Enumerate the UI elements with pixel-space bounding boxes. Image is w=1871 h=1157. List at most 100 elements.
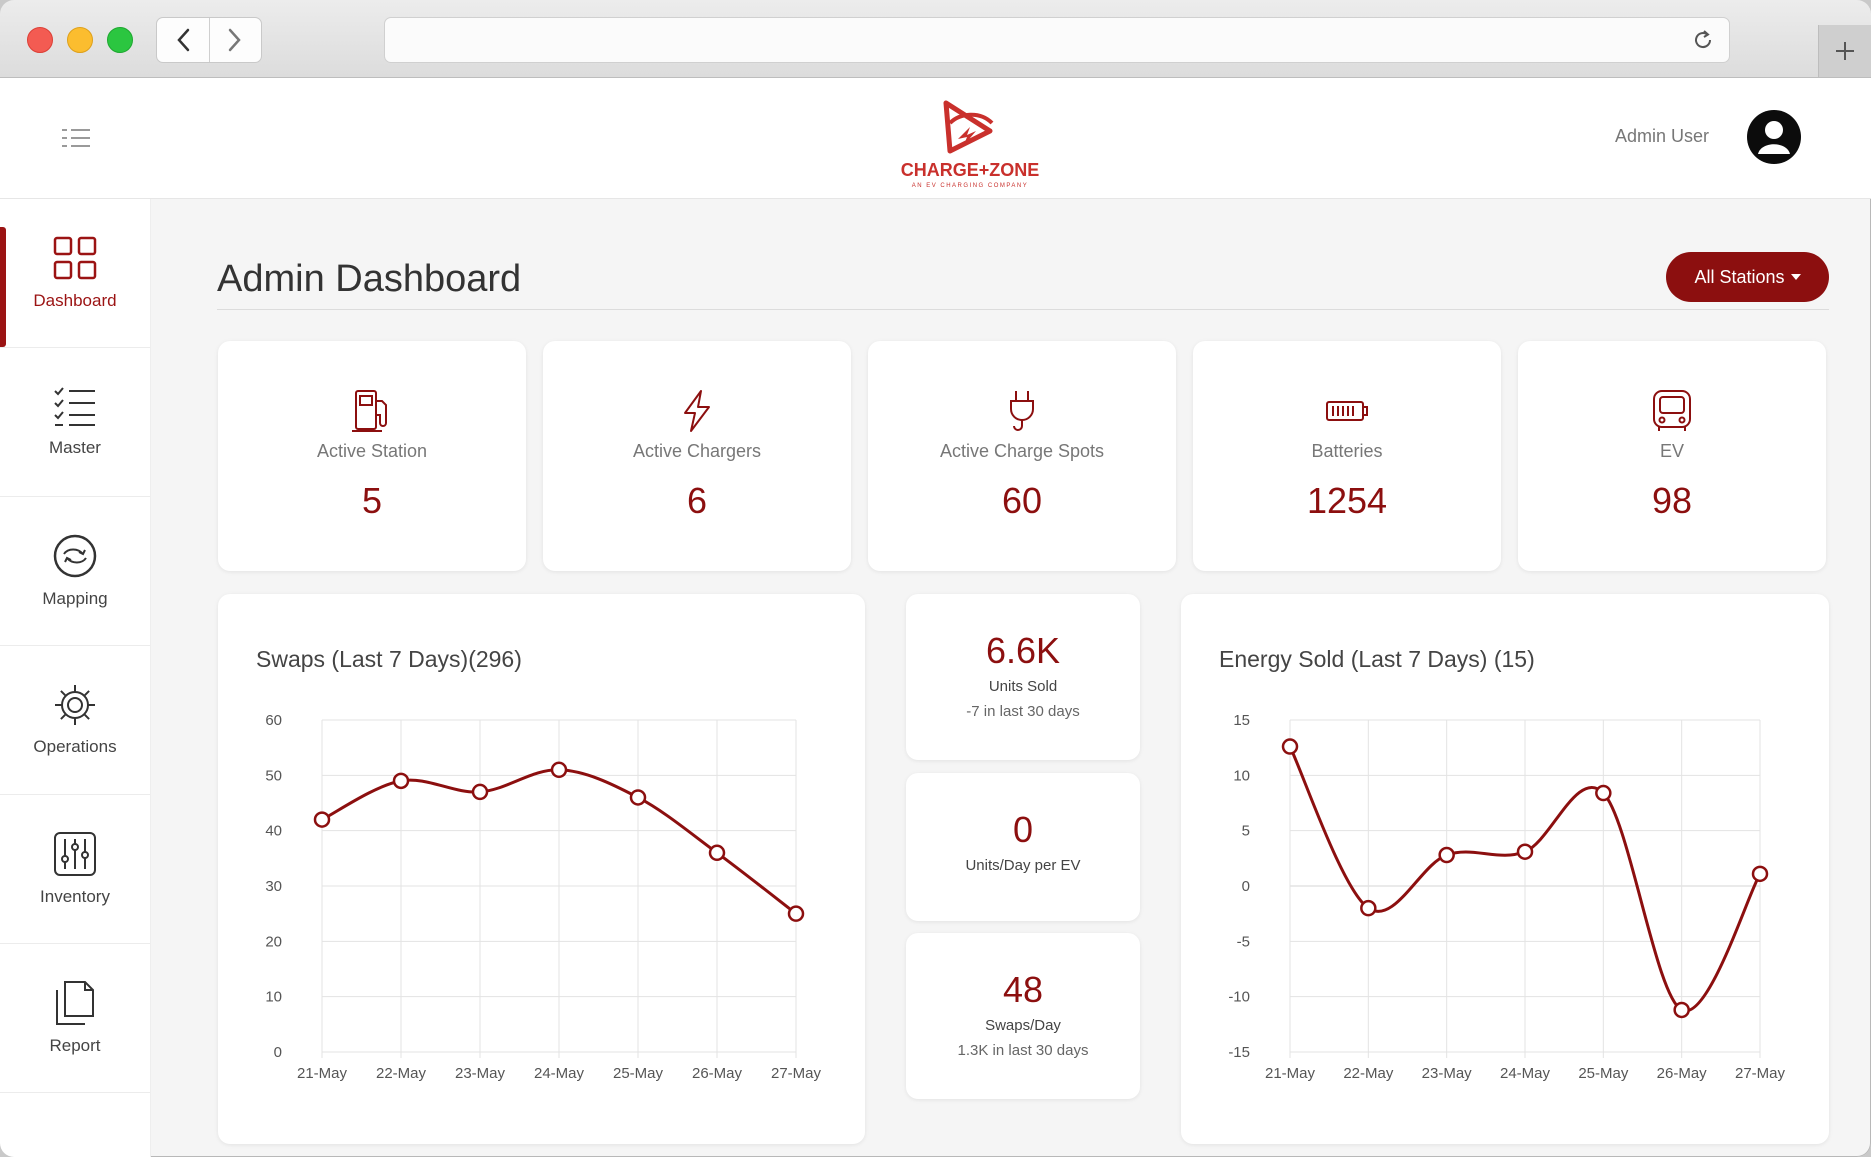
x-tick-label: 24-May	[1500, 1065, 1551, 1082]
station-filter-dropdown[interactable]: All Stations	[1666, 252, 1829, 302]
x-tick-label: 22-May	[376, 1065, 427, 1082]
stat-label: Active Charge Spots	[939, 441, 1105, 461]
caret-down-icon	[1790, 274, 1801, 280]
data-point	[1438, 846, 1455, 864]
mini-label: Units Sold	[988, 678, 1058, 695]
y-tick-label: 60	[265, 712, 282, 729]
data-point	[1516, 843, 1534, 860]
data-point	[629, 789, 647, 806]
x-tick-label: 21-May	[1265, 1065, 1316, 1082]
stat-card-ev[interactable]: EV 98	[1518, 341, 1826, 571]
y-tick-label: 5	[1242, 823, 1250, 840]
checklist-icon	[54, 387, 95, 426]
lightning-icon	[684, 390, 710, 432]
stat-card-active-station[interactable]: Active Station 5	[218, 341, 526, 571]
y-tick-label: 15	[1233, 712, 1250, 729]
chargezone-logo[interactable]: CHARGE+ZONE AN EV CHARGING COMPANY	[890, 93, 1050, 193]
data-point	[550, 761, 568, 779]
document-icon	[56, 981, 94, 1025]
menu-list-icon	[62, 129, 90, 147]
forward-button[interactable]	[209, 18, 261, 62]
zoom-window-button[interactable]	[107, 27, 133, 53]
units-per-ev-card[interactable]: 0 Units/Day per EV	[906, 773, 1140, 921]
y-tick-label: -5	[1237, 933, 1250, 950]
y-tick-label: 30	[265, 878, 282, 895]
stat-value: 60	[1001, 480, 1043, 521]
stat-value: 6	[686, 480, 708, 521]
x-tick-label: 23-May	[455, 1065, 506, 1082]
stat-label: Active Station	[316, 441, 428, 461]
sidebar-item-operations[interactable]: Operations	[0, 646, 150, 795]
minimize-window-button[interactable]	[67, 27, 93, 53]
data-point	[1751, 865, 1769, 883]
stat-value: 5	[361, 480, 383, 521]
sidebar: Dashboard Master Mapping Operations Inve…	[0, 199, 151, 1157]
mini-value: 48	[1002, 969, 1044, 1010]
data-point	[787, 905, 805, 922]
swaps-chart-card: Swaps (Last 7 Days)(296) 0 10 20 30 40 50 60 21…	[218, 594, 865, 1144]
nav-buttons	[156, 17, 262, 63]
reload-icon[interactable]	[1691, 28, 1715, 52]
y-tick-label: 40	[265, 823, 282, 840]
data-point	[708, 844, 726, 862]
energy-line-chart: 15 10 5 0 -5 -10 -15 21-May 22-May 23-May 24-May 25…	[1228, 712, 1786, 1082]
mini-label: Units/Day per EV	[965, 857, 1081, 874]
data-point	[1595, 784, 1612, 802]
plus-icon	[1836, 42, 1854, 60]
user-name: Admin User	[1614, 126, 1709, 146]
swaps-per-day-card[interactable]: 48 Swaps/Day 1.3K in last 30 days	[906, 933, 1140, 1099]
plug-icon	[1010, 391, 1034, 431]
sidebar-item-label: Dashboard	[33, 291, 117, 310]
sidebar-item-dashboard[interactable]: Dashboard	[0, 199, 150, 348]
x-tick-label: 25-May	[613, 1065, 664, 1082]
sidebar-item-mapping[interactable]: Mapping	[0, 497, 150, 646]
sidebar-item-report[interactable]: Report	[0, 944, 150, 1093]
x-tick-label: 27-May	[771, 1065, 822, 1082]
x-tick-label: 22-May	[1343, 1065, 1394, 1082]
sidebar-item-label: Mapping	[42, 589, 108, 608]
energy-chart-card: Energy Sold (Last 7 Days) (15) 15 10 5 0 -5-…	[1181, 594, 1829, 1144]
units-sold-card[interactable]: 6.6K Units Sold -7 in last 30 days	[906, 594, 1140, 760]
swap-icon	[53, 534, 97, 578]
new-tab-button[interactable]	[1818, 25, 1871, 77]
stat-card-active-chargers[interactable]: Active Chargers 6	[543, 341, 851, 571]
y-tick-label: 10	[265, 989, 282, 1006]
user-avatar[interactable]	[1747, 110, 1801, 164]
mini-sub: 1.3K in last 30 days	[957, 1042, 1089, 1059]
swaps-line-chart: 0 10 20 30 40 50 60 21-May 22-May 23-May 24-May 25-…	[265, 712, 822, 1082]
chevron-right-icon	[228, 28, 241, 52]
data-point	[471, 783, 489, 801]
stat-label: Batteries	[1311, 441, 1383, 461]
back-button[interactable]	[157, 18, 209, 62]
y-tick-label: 20	[265, 933, 282, 950]
fuel-station-icon	[352, 390, 387, 432]
data-point	[1673, 1001, 1690, 1019]
mini-value: 0	[1012, 809, 1034, 850]
x-tick-label: 26-May	[1657, 1065, 1708, 1082]
app-header: CHARGE+ZONE AN EV CHARGING COMPANY Admin…	[0, 78, 1871, 199]
battery-icon	[1326, 401, 1368, 421]
address-bar[interactable]	[384, 17, 1730, 63]
stat-card-active-charge-spots[interactable]: Active Charge Spots 60	[868, 341, 1176, 571]
svg-text:CHARGE+ZONE: CHARGE+ZONE	[901, 160, 1040, 180]
stat-value: 98	[1651, 480, 1693, 521]
y-tick-label: 10	[1233, 767, 1250, 784]
mini-value: 6.6K	[985, 630, 1061, 671]
grid-icon	[53, 236, 97, 280]
menu-toggle-button[interactable]	[60, 128, 92, 153]
svg-text:AN EV CHARGING COMPANY: AN EV CHARGING COMPANY	[912, 183, 1029, 189]
data-point	[1281, 738, 1299, 755]
x-tick-label: 27-May	[1735, 1065, 1786, 1082]
sidebar-item-label: Inventory	[40, 887, 110, 906]
stat-label: Active Chargers	[632, 441, 762, 461]
stat-card-batteries[interactable]: Batteries 1254	[1193, 341, 1501, 571]
y-tick-label: -10	[1228, 989, 1250, 1006]
sidebar-item-master[interactable]: Master	[0, 348, 150, 497]
sidebar-item-inventory[interactable]: Inventory	[0, 795, 150, 944]
mini-label: Swaps/Day	[985, 1017, 1061, 1034]
x-tick-label: 23-May	[1422, 1065, 1473, 1082]
sidebar-item-label: Report	[49, 1036, 101, 1055]
x-tick-label: 21-May	[297, 1065, 348, 1082]
page-title: Admin Dashboard	[217, 258, 522, 300]
close-window-button[interactable]	[27, 27, 53, 53]
